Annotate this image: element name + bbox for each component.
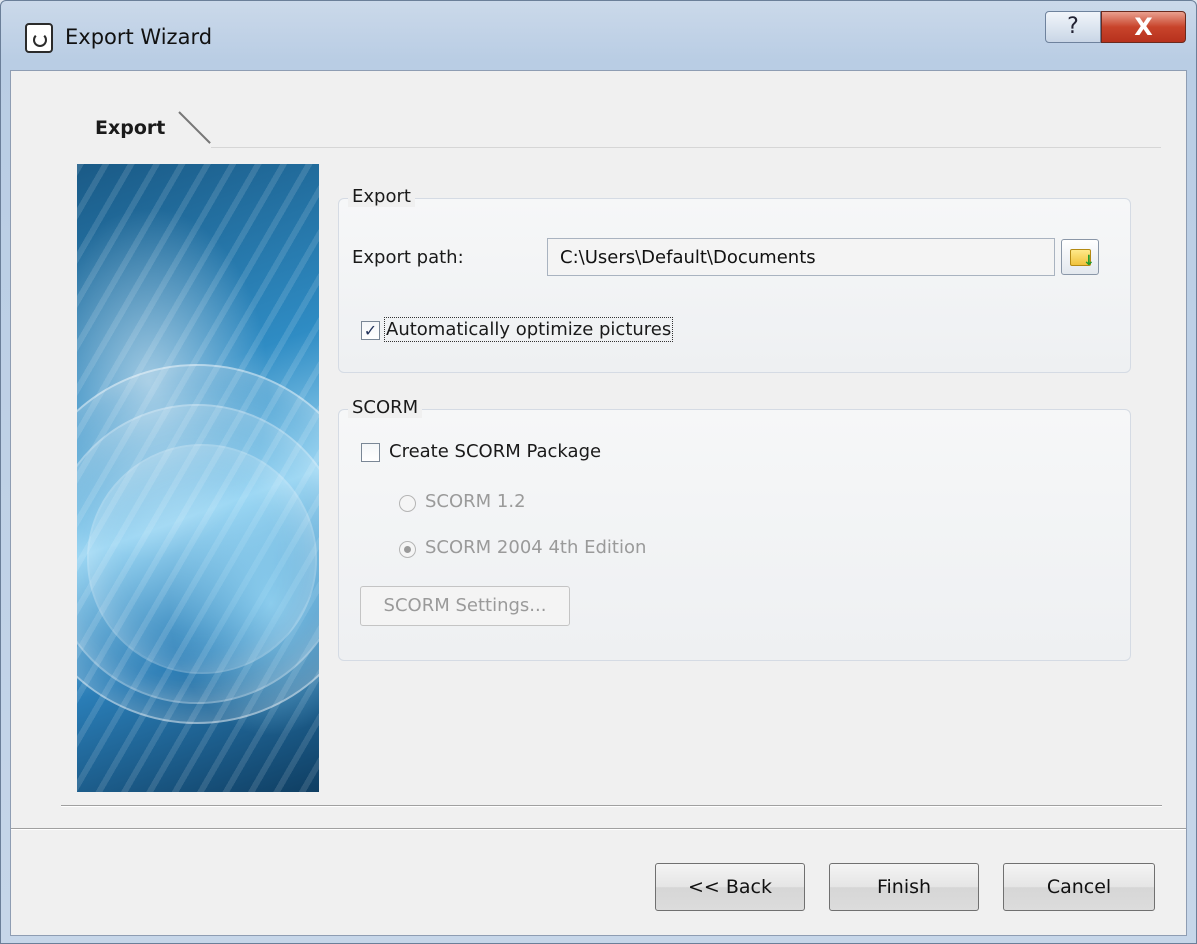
tab-export[interactable]: Export <box>95 117 165 139</box>
content-separator <box>61 805 1162 807</box>
scorm-2004-radio[interactable] <box>399 541 416 558</box>
folder-icon: ↓ <box>1070 249 1095 269</box>
back-button[interactable]: << Back <box>655 863 805 911</box>
dialog-client-area: Export Export Export path: ↓ ✓ Automatic… <box>10 70 1187 936</box>
app-icon <box>25 23 53 53</box>
scorm-group-legend: SCORM <box>348 397 423 418</box>
scorm-12-label[interactable]: SCORM 1.2 <box>425 491 526 512</box>
window-title: Export Wizard <box>65 25 213 49</box>
finish-button[interactable]: Finish <box>829 863 979 911</box>
wizard-banner-image <box>77 164 319 792</box>
optimize-pictures-checkbox[interactable]: ✓ <box>361 321 380 340</box>
export-path-input[interactable] <box>547 238 1055 276</box>
export-group-legend: Export <box>348 186 415 207</box>
export-path-label: Export path: <box>352 247 464 268</box>
create-scorm-checkbox[interactable] <box>361 443 380 462</box>
arrow-down-icon: ↓ <box>1083 253 1095 269</box>
browse-folder-button[interactable]: ↓ <box>1061 239 1099 275</box>
create-scorm-label[interactable]: Create SCORM Package <box>389 441 601 462</box>
optimize-pictures-label[interactable]: Automatically optimize pictures <box>383 317 674 342</box>
tab-strip-line <box>211 147 1161 148</box>
cancel-button[interactable]: Cancel <box>1003 863 1155 911</box>
title-bar[interactable]: Export Wizard ? X <box>1 1 1196 71</box>
help-button[interactable]: ? <box>1045 11 1101 43</box>
export-group-box <box>338 198 1131 373</box>
tab-edge <box>178 111 211 144</box>
export-wizard-window: Export Wizard ? X Export Export Export p… <box>0 0 1197 944</box>
scorm-settings-button[interactable]: SCORM Settings... <box>360 586 570 626</box>
globe-ring-graphic <box>87 444 317 674</box>
footer-separator <box>11 828 1186 830</box>
scorm-2004-label[interactable]: SCORM 2004 4th Edition <box>425 537 646 558</box>
scorm-12-radio[interactable] <box>399 495 416 512</box>
close-button[interactable]: X <box>1101 11 1186 43</box>
